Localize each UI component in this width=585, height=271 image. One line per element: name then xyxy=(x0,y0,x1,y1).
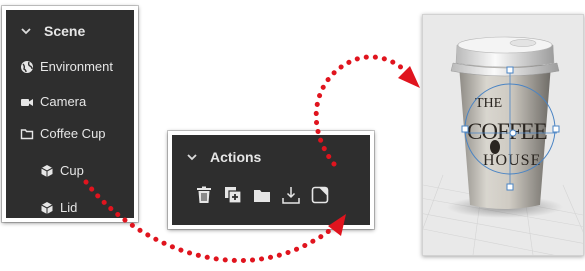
arrow-cup-to-actions xyxy=(83,179,341,264)
arrow-actions-to-viewport xyxy=(313,54,407,167)
annotation-arrows xyxy=(83,54,420,264)
arrow-head-actions xyxy=(328,214,346,236)
